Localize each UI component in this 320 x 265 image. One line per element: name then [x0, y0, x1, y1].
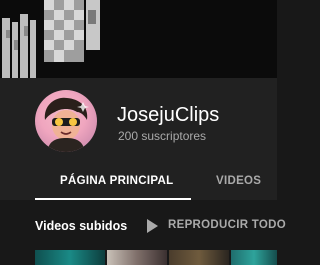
video-thumbnails	[35, 250, 277, 265]
play-icon[interactable]	[146, 219, 158, 233]
section-title: Videos subidos	[35, 219, 128, 233]
video-thumbnail[interactable]	[35, 250, 105, 265]
channel-name: JosejuClips	[117, 104, 220, 126]
play-all-button[interactable]: REPRODUCIR TODO	[168, 219, 286, 231]
avatar-art	[44, 97, 89, 152]
video-thumbnail[interactable]	[231, 250, 277, 265]
tab-videos[interactable]: VIDEOS	[216, 175, 261, 187]
channel-avatar[interactable]	[35, 90, 97, 152]
tab-home[interactable]: PÁGINA PRINCIPAL	[60, 175, 173, 187]
channel-banner	[0, 0, 277, 78]
subscriber-count: 200 suscriptores	[118, 129, 207, 143]
banner-art	[0, 0, 277, 78]
video-thumbnail[interactable]	[107, 250, 167, 265]
video-thumbnail[interactable]	[169, 250, 229, 265]
